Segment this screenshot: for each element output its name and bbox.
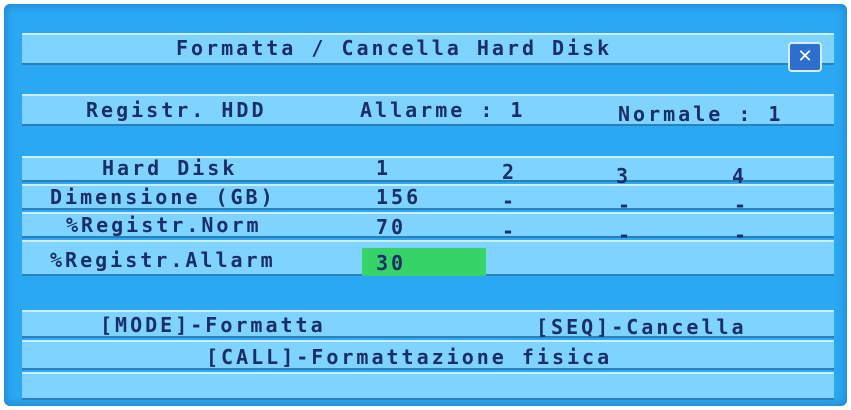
page-title: Formatta / Cancella Hard Disk [176,36,613,60]
normal-percent-value-2[interactable]: - [502,221,517,241]
normal-percent-label: %Registr.Norm [66,213,262,237]
delete-action[interactable]: [SEQ]-Cancella [536,317,747,337]
disk-number-3: 3 [616,164,632,188]
normal-percent-value-1[interactable]: 70 [376,217,406,237]
size-value-1[interactable]: 156 [376,187,421,207]
disk-number-4: 4 [732,164,748,188]
normal-percent-value-3[interactable]: - [618,225,633,245]
size-value-3[interactable]: - [618,195,633,215]
osd-screen: Formatta / Cancella Hard Disk ✕ Registr.… [4,4,847,406]
size-value-2[interactable]: - [502,191,517,211]
hard-disk-label: Hard Disk [102,156,238,180]
action-row [22,372,834,400]
size-value-4[interactable]: - [734,195,749,215]
normal-percent-value-4[interactable]: - [734,225,749,245]
alarm-count[interactable]: Allarme : 1 [360,100,525,120]
disk-number-2: 2 [502,160,518,184]
hdd-record-label: Registr. HDD [86,98,267,122]
disk-number-1: 1 [376,156,392,180]
normal-count[interactable]: Normale : 1 [618,104,783,124]
alarm-percent-value-1[interactable]: 30 [376,253,406,273]
size-label: Dimensione (GB) [50,185,276,209]
physical-format-action[interactable]: [CALL]-Formattazione fisica [206,347,612,367]
close-icon[interactable]: ✕ [788,42,822,72]
alarm-percent-label: %Registr.Allarm [50,248,276,272]
format-action[interactable]: [MODE]-Formatta [100,315,326,335]
